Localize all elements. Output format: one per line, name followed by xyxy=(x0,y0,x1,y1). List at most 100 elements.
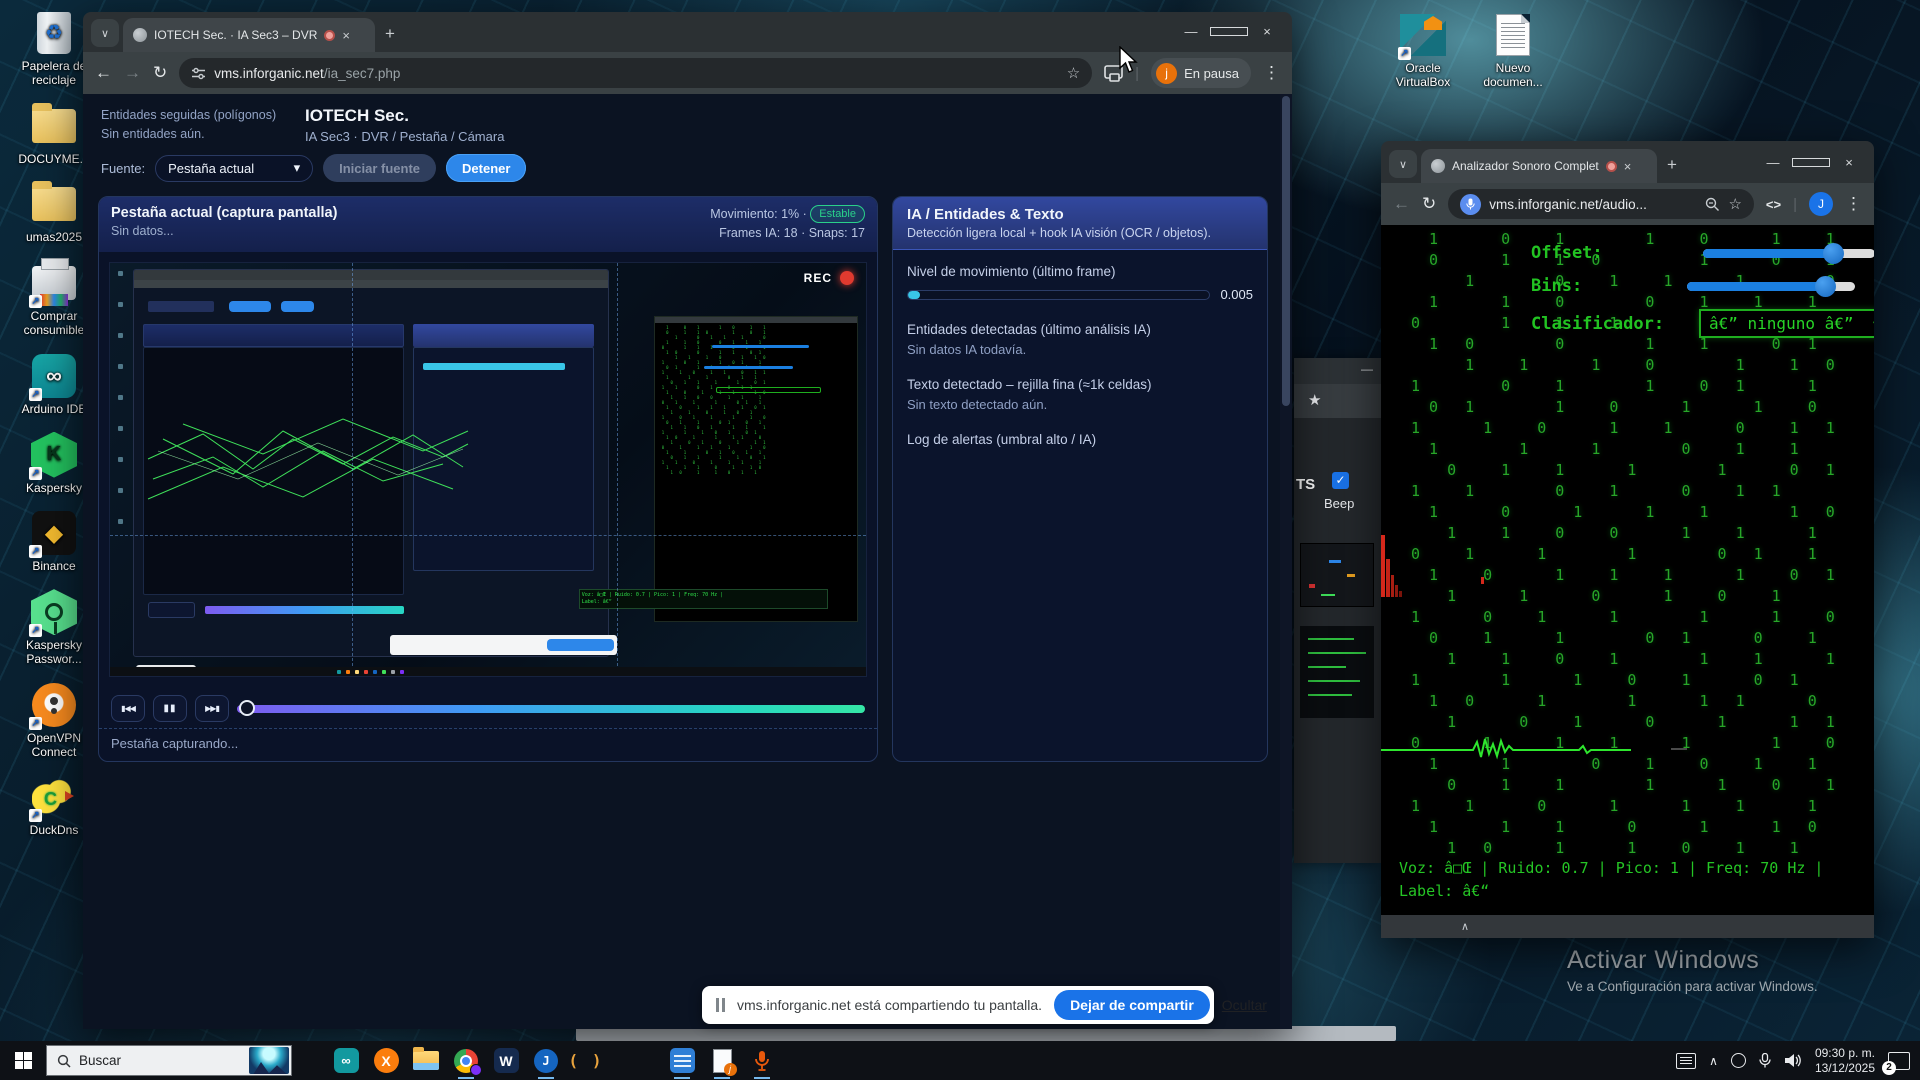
address-bar[interactable]: vms.inforganic.net/audio... ☆ xyxy=(1448,189,1754,219)
desktop-icon-virtualbox[interactable]: ↗ Oracle VirtualBox xyxy=(1385,12,1461,90)
taskbar-icon-microphone[interactable] xyxy=(742,1041,782,1080)
close-button[interactable]: × xyxy=(1830,155,1868,170)
classifier-select[interactable]: â€” ninguno â€” ▾ xyxy=(1699,309,1874,338)
taskbar-icon-arduino[interactable]: ∞ xyxy=(326,1041,366,1080)
taskbar-icon-panel-app[interactable] xyxy=(662,1041,702,1080)
taskbar-icon-xampp[interactable]: X xyxy=(366,1041,406,1080)
taskbar-search-box[interactable]: Buscar xyxy=(46,1045,292,1076)
site-settings-icon[interactable] xyxy=(191,66,206,81)
taskbar-icon-explorer[interactable] xyxy=(406,1041,446,1080)
stop-button[interactable]: Detener xyxy=(446,154,527,182)
browser-menu-icon[interactable]: ⋮ xyxy=(1263,63,1280,83)
tray-expand-icon[interactable]: ∧ xyxy=(1709,1054,1718,1068)
skip-forward-button[interactable]: ▶▶▮ xyxy=(195,695,229,722)
tab-close-icon[interactable]: × xyxy=(342,28,350,43)
taskbar-icon-audio-app[interactable]: J xyxy=(526,1041,566,1080)
reload-button[interactable]: ↻ xyxy=(1422,194,1436,214)
browser-menu-icon[interactable]: ⋮ xyxy=(1845,194,1862,214)
xampp-icon: X xyxy=(373,1048,399,1073)
start-source-button[interactable]: Iniciar fuente xyxy=(323,154,437,182)
new-tab-button[interactable]: + xyxy=(1667,155,1677,175)
page-subtitle: IA Sec3 · DVR / Pestaña / Cámara xyxy=(305,129,505,144)
chevron-up-icon[interactable]: ∧ xyxy=(1461,920,1469,933)
capture-panel-header: Pestaña actual (captura pantalla) Sin da… xyxy=(99,197,877,252)
start-button[interactable] xyxy=(0,1041,46,1080)
text-detected-group: Texto detectado – rejilla fina (≈1k celd… xyxy=(907,377,1253,412)
page-scrollbar[interactable] xyxy=(1280,94,1292,1029)
url-domain: vms.inforganic.net xyxy=(214,65,324,81)
back-button[interactable]: ← xyxy=(1393,194,1410,214)
tray-microphone-icon[interactable] xyxy=(1759,1052,1771,1069)
ime-icon[interactable] xyxy=(1730,1053,1746,1068)
source-select[interactable]: Pestaña actual ▾ xyxy=(155,154,314,182)
taskbar-icon-audio-app-2[interactable]: ( ) xyxy=(566,1041,606,1080)
offset-slider-thumb[interactable] xyxy=(1823,242,1845,264)
tab-recording-indicator xyxy=(324,29,336,41)
beep-checkbox[interactable]: ✓ xyxy=(1332,472,1349,489)
reload-button[interactable]: ↻ xyxy=(153,63,167,83)
icon-label: Kaspersky Passwor... xyxy=(25,638,83,666)
spectrum-bars xyxy=(1381,535,1484,597)
recursive-screenshot: 1 0 1 1 0 1 1 0 1 1 0 1 0 1 1 0 1 1 1 0 … xyxy=(110,262,866,676)
maximize-button[interactable] xyxy=(1792,155,1830,170)
zoom-icon[interactable] xyxy=(1705,197,1720,212)
mini-matrix-digits: 1 0 1 1 0 1 1 0 1 1 0 1 0 1 1 0 1 1 1 0 … xyxy=(661,325,768,476)
bins-slider-thumb[interactable] xyxy=(1814,275,1836,297)
search-highlight-image[interactable] xyxy=(249,1047,289,1074)
mic-permission-icon[interactable] xyxy=(1460,193,1482,215)
offset-slider[interactable] xyxy=(1703,242,1874,264)
window-controls: — × xyxy=(1754,145,1868,179)
tab-search-button[interactable]: ∨ xyxy=(1389,150,1417,178)
movement-text: Movimiento: 1% · xyxy=(710,207,807,221)
close-button[interactable]: × xyxy=(1248,24,1286,39)
taskbar-icon-w-app[interactable]: W xyxy=(486,1041,526,1080)
profile-avatar[interactable]: J xyxy=(1809,192,1833,216)
devtools-icon[interactable]: <> xyxy=(1766,197,1781,212)
address-bar[interactable]: vms.inforganic.net/ia_sec7.php ☆ xyxy=(179,58,1093,88)
skip-back-button[interactable]: ▮◀◀ xyxy=(111,695,145,722)
sharing-paused-chip[interactable]: j En pausa xyxy=(1151,58,1251,88)
minimize-button[interactable]: — xyxy=(1754,155,1792,170)
forward-button[interactable]: → xyxy=(124,63,141,83)
recycle-bin-icon: ♻ xyxy=(37,12,71,54)
main-tab[interactable]: IOTECH Sec. · IA Sec3 – DVR × xyxy=(123,18,375,52)
news-widget-icon[interactable] xyxy=(1676,1052,1697,1069)
globe-favicon xyxy=(133,28,147,42)
taskbar-icon-chrome[interactable] xyxy=(446,1041,486,1080)
bins-slider[interactable] xyxy=(1687,275,1855,297)
audio-browser-window: ∨ Analizador Sonoro Complet × + — × ← ↻ … xyxy=(1381,141,1874,938)
source-label: Fuente: xyxy=(101,160,146,176)
new-tab-button[interactable]: + xyxy=(385,24,395,44)
mini-share-bar xyxy=(389,634,617,656)
stable-badge: Estable xyxy=(810,205,865,223)
minimize-icon[interactable]: — xyxy=(1361,362,1373,376)
motion-level-group: Nivel de movimiento (último frame) 0.005 xyxy=(907,264,1253,302)
taskbar-clock[interactable]: 09:30 p. m. 13/12/2025 xyxy=(1815,1046,1875,1076)
audio-waveform xyxy=(1381,737,1687,760)
tab-recording-indicator xyxy=(1605,160,1617,172)
bookmark-star-icon[interactable]: ☆ xyxy=(1067,64,1080,82)
timeline-thumb[interactable] xyxy=(239,699,255,716)
volume-icon[interactable] xyxy=(1784,1053,1802,1068)
chevron-down-icon: ▾ xyxy=(293,160,301,175)
back-button[interactable]: ← xyxy=(95,63,112,83)
star-icon[interactable]: ★ xyxy=(1308,392,1321,409)
minimize-button[interactable]: — xyxy=(1172,24,1210,39)
audio-app-icon: J xyxy=(534,1048,558,1073)
icon-label: Binance xyxy=(32,559,76,574)
taskbar-icon-document[interactable]: j xyxy=(702,1041,742,1080)
tab-search-button[interactable]: ∨ xyxy=(91,19,119,47)
video-preview[interactable]: 1 0 1 1 0 1 1 0 1 1 0 1 0 1 1 0 1 1 1 0 … xyxy=(109,261,867,677)
hide-share-bar-link[interactable]: Ocultar xyxy=(1222,997,1267,1013)
desktop-icon-nuevo-documento[interactable]: Nuevo documen... xyxy=(1475,12,1551,90)
maximize-button[interactable] xyxy=(1210,24,1248,39)
stop-sharing-button[interactable]: Dejar de compartir xyxy=(1054,990,1210,1020)
capture-title: Pestaña actual (captura pantalla) xyxy=(111,205,338,221)
action-center-icon[interactable]: 2 xyxy=(1882,1051,1910,1075)
audio-tab[interactable]: Analizador Sonoro Complet × xyxy=(1421,149,1657,183)
bookmark-star-icon[interactable]: ☆ xyxy=(1728,195,1741,213)
pause-button[interactable]: ▮▮ xyxy=(153,695,187,722)
tab-close-icon[interactable]: × xyxy=(1624,159,1632,174)
timeline-slider[interactable] xyxy=(237,699,865,716)
arduino-icon: ∞ xyxy=(333,1048,359,1073)
